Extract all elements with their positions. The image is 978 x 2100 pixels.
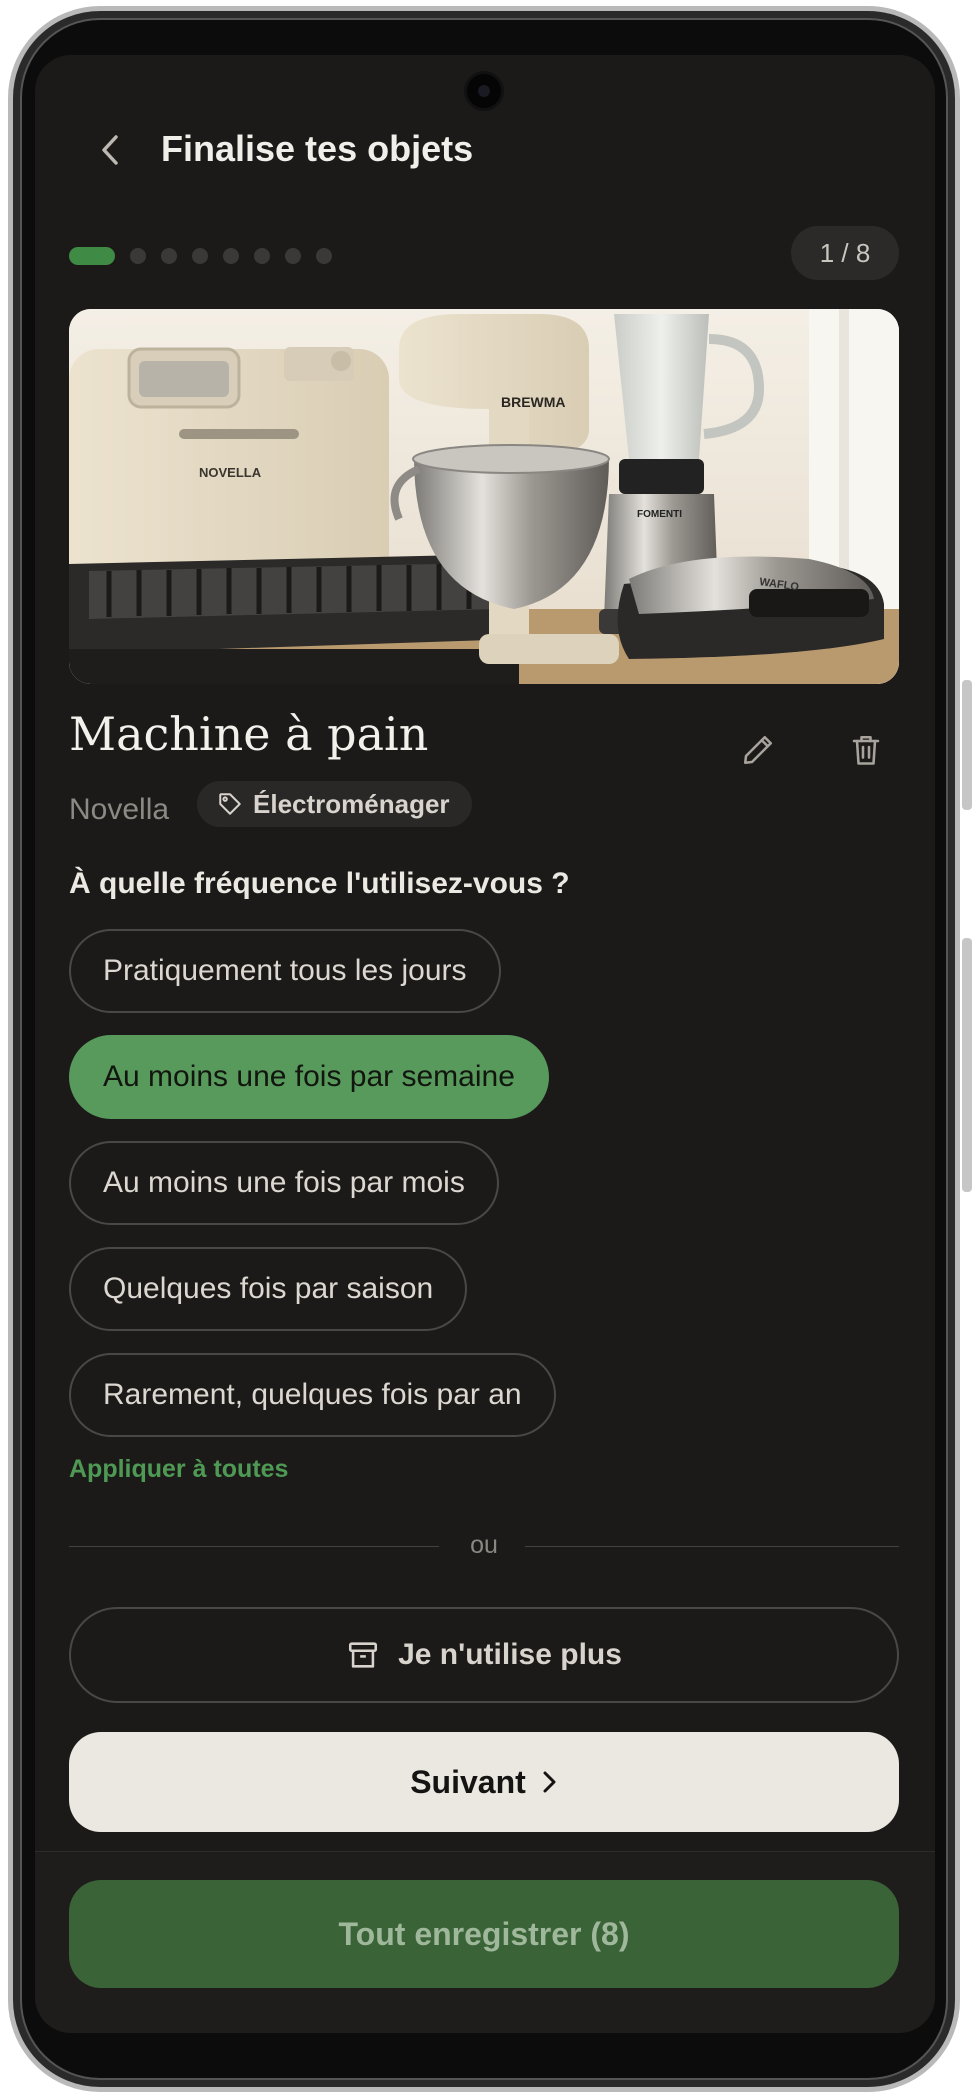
chevron-right-icon xyxy=(543,1771,556,1793)
phone-side-button-lower xyxy=(962,938,972,1192)
no-longer-used-button[interactable]: Je n'utilise plus xyxy=(69,1607,899,1703)
front-camera xyxy=(467,74,501,108)
next-label: Suivant xyxy=(410,1763,526,1800)
step-counter: 1 / 8 xyxy=(791,226,899,280)
option-rarely[interactable]: Rarement, quelques fois par an xyxy=(69,1353,556,1437)
option-monthly[interactable]: Au moins une fois par mois xyxy=(69,1141,499,1225)
divider-line-right xyxy=(525,1546,899,1547)
or-divider: ou xyxy=(69,1531,899,1561)
app-header: Finalise tes objets xyxy=(35,110,935,190)
apply-to-all-link[interactable]: Appliquer à toutes xyxy=(69,1455,288,1484)
frequency-question: À quelle fréquence l'utilisez-vous ? xyxy=(69,867,570,900)
progress-dot-current xyxy=(69,247,115,265)
option-daily[interactable]: Pratiquement tous les jours xyxy=(69,929,501,1013)
tag-icon xyxy=(219,793,241,815)
save-all-button[interactable]: Tout enregistrer (8) xyxy=(69,1880,899,1988)
item-brand: Novella xyxy=(69,793,170,826)
progress-dot xyxy=(192,248,208,264)
brewma-brand-label: BREWMA xyxy=(501,394,566,410)
chevron-left-icon xyxy=(102,135,118,165)
trash-icon xyxy=(852,735,880,765)
page-title: Finalise tes objets xyxy=(161,128,474,169)
next-button[interactable]: Suivant xyxy=(69,1732,899,1832)
footer-bar: Tout enregistrer (8) xyxy=(35,1851,935,2033)
appliances-illustration: NOVELLA BREWMA FOMENTI WAFLO xyxy=(69,309,899,684)
progress-dots xyxy=(69,241,332,271)
delete-button[interactable] xyxy=(838,722,894,778)
progress-dot xyxy=(130,248,146,264)
edit-button[interactable] xyxy=(730,722,786,778)
app-screen: Finalise tes objets 1 / 8 NOVELLA BREWMA… xyxy=(35,55,935,2033)
no-longer-used-label: Je n'utilise plus xyxy=(398,1638,622,1671)
phone-side-button-upper xyxy=(962,680,972,810)
novella-brand-label: NOVELLA xyxy=(199,465,262,480)
option-weekly[interactable]: Au moins une fois par semaine xyxy=(69,1035,549,1119)
progress-dot xyxy=(254,248,270,264)
item-name: Machine à pain xyxy=(69,707,429,761)
archive-icon xyxy=(349,1642,378,1668)
back-button[interactable] xyxy=(85,125,135,175)
progress-dot xyxy=(285,248,301,264)
progress-dot xyxy=(161,248,177,264)
category-tag: Électroménager xyxy=(197,781,472,827)
option-seasonal[interactable]: Quelques fois par saison xyxy=(69,1247,468,1331)
progress-dot xyxy=(316,248,332,264)
progress-dot xyxy=(223,248,239,264)
pencil-icon xyxy=(743,735,773,765)
fomenti-brand-label: FOMENTI xyxy=(637,509,682,520)
category-label: Électroménager xyxy=(253,788,450,819)
item-photo: NOVELLA BREWMA FOMENTI WAFLO xyxy=(69,309,899,684)
